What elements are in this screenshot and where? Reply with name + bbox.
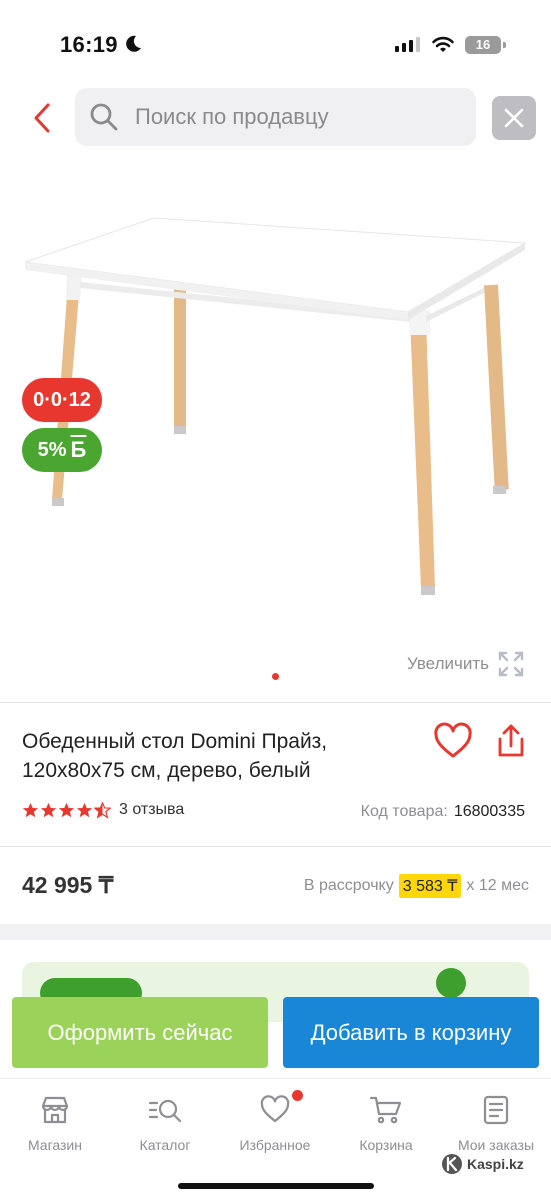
- cellular-signal-icon: [395, 37, 420, 52]
- status-time: 16:19: [60, 32, 118, 57]
- tab-favorites[interactable]: Избранное: [225, 1090, 325, 1153]
- kaspi-logo-icon: [442, 1154, 462, 1174]
- installment-badge: 0·0·12: [22, 378, 102, 422]
- tab-orders[interactable]: Мои заказы: [446, 1093, 546, 1153]
- favorite-button[interactable]: [433, 722, 473, 762]
- catalog-search-icon: [147, 1093, 183, 1127]
- product-code: Код товара: 16800335: [361, 803, 525, 821]
- divider: [0, 702, 551, 703]
- tab-cart[interactable]: Корзина: [336, 1093, 436, 1153]
- divider: [0, 846, 551, 847]
- reviews-link[interactable]: 3 отзыва: [119, 801, 184, 819]
- sku-value: 16800335: [453, 803, 525, 820]
- product-image[interactable]: [0, 165, 551, 685]
- zoom-button[interactable]: Увеличить: [407, 650, 525, 678]
- chevron-left-icon: [34, 103, 50, 133]
- home-indicator[interactable]: [178, 1183, 374, 1189]
- installment-info: В рассрочку 3 583 ₸ x 12 мес: [304, 874, 529, 898]
- tab-label: Избранное: [239, 1137, 311, 1153]
- table-leg-front-right: [410, 318, 435, 588]
- star-half-icon: [94, 801, 111, 819]
- status-bar: 16:19 16: [0, 0, 551, 88]
- share-button[interactable]: [494, 722, 528, 762]
- wifi-icon: [432, 36, 454, 52]
- buy-now-button[interactable]: Оформить сейчас: [12, 997, 268, 1068]
- rating-stars: [22, 801, 111, 819]
- moon-icon: [126, 35, 141, 52]
- search-bar[interactable]: [75, 88, 476, 146]
- tab-label: Магазин: [27, 1137, 82, 1153]
- tab-label: Корзина: [359, 1137, 413, 1153]
- gallery-page-indicator: [272, 673, 279, 680]
- promo-icon: [436, 968, 466, 998]
- heart-icon: [434, 722, 472, 758]
- tab-catalog[interactable]: Каталог: [115, 1093, 215, 1153]
- expand-icon: [498, 651, 524, 677]
- section-separator: [0, 924, 551, 940]
- cart-icon: [369, 1093, 403, 1127]
- tab-bar: Магазин Каталог Избранное Корзина Мои за…: [0, 1078, 551, 1200]
- table-leg-back-left: [174, 280, 186, 430]
- zoom-label: Увеличить: [407, 654, 489, 673]
- orders-icon: [481, 1093, 511, 1127]
- star-icon: [76, 802, 93, 817]
- star-icon: [22, 802, 39, 817]
- star-icon: [40, 802, 57, 817]
- table-leg-back-right: [484, 284, 509, 491]
- watermark-text: Kaspi.kz: [467, 1156, 524, 1172]
- tab-store[interactable]: Магазин: [5, 1093, 105, 1153]
- credit-monthly-payment: 3 583 ₸: [398, 874, 462, 898]
- bonus-symbol: Б: [70, 437, 87, 462]
- clear-search-button[interactable]: [492, 96, 536, 140]
- tab-label: Каталог: [139, 1137, 191, 1153]
- close-icon: [504, 108, 524, 128]
- battery-indicator: 16: [465, 36, 501, 54]
- share-icon: [498, 724, 524, 757]
- credit-suffix: x 12 мес: [466, 877, 529, 894]
- add-to-cart-button[interactable]: Добавить в корзину: [283, 997, 539, 1068]
- tab-label: Мои заказы: [457, 1137, 535, 1153]
- search-icon: [89, 102, 119, 132]
- sku-label: Код товара:: [360, 803, 448, 820]
- bonus-badge: 5% Б: [22, 428, 102, 472]
- heart-icon: [259, 1090, 303, 1127]
- product-rating[interactable]: 3 отзыва: [22, 801, 184, 819]
- star-icon: [58, 802, 75, 817]
- search-input[interactable]: [135, 104, 455, 130]
- back-button[interactable]: [24, 98, 60, 138]
- credit-prefix: В рассрочку: [303, 877, 394, 894]
- notification-dot: [292, 1090, 303, 1101]
- bonus-percent: 5%: [37, 438, 67, 461]
- product-title: Обеденный стол Domini Прайз, 120x80x75 с…: [22, 730, 328, 782]
- kaspi-watermark: Kaspi.kz: [441, 1153, 524, 1175]
- store-icon: [39, 1093, 71, 1127]
- product-price: 42 995 ₸: [22, 872, 114, 898]
- battery-tip: [503, 42, 506, 48]
